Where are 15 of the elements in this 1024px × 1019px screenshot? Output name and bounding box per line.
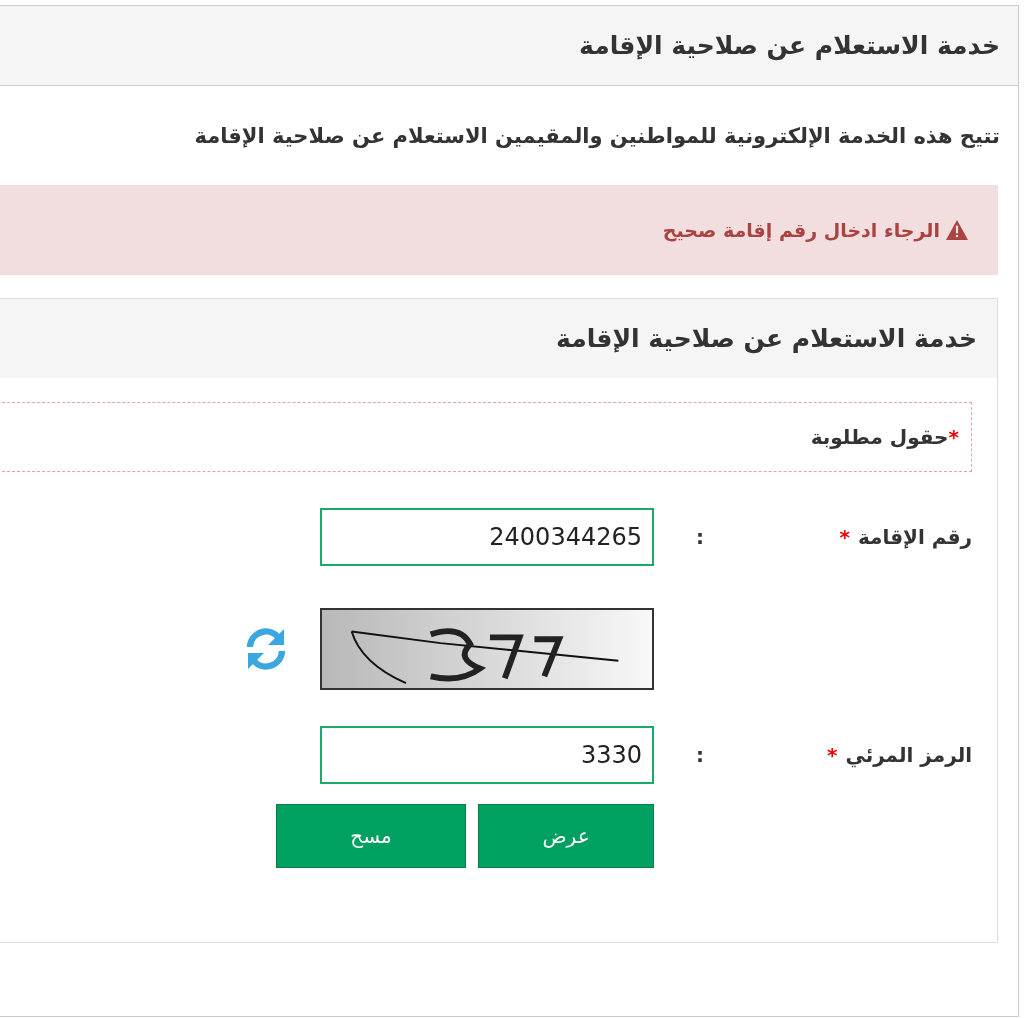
- field-label: رقم الإقامة: [857, 525, 972, 549]
- input-field[interactable]: 2400344265: [320, 508, 654, 566]
- required-mark: *: [948, 425, 959, 449]
- warning-icon: [946, 220, 968, 240]
- colon-separator: :: [695, 525, 704, 549]
- colon-separator: :: [695, 743, 704, 767]
- form-title: خدمة الاستعلام عن صلاحية الإقامة: [556, 324, 977, 353]
- input-field[interactable]: 3330: [320, 726, 654, 784]
- description-text: تتيح هذه الخدمة الإلكترونية للمواطنين والمقيمين الاستعلام عن صلاحية الإقامة: [193, 124, 1000, 148]
- panel-title: خدمة الاستعلام عن صلاحية الإقامة: [579, 31, 1000, 60]
- required-note: حقول مطلوبة: [810, 425, 949, 449]
- required-mark: *: [839, 525, 850, 549]
- required-mark: *: [826, 743, 838, 767]
- field-label: الرمز المرئي: [845, 743, 972, 767]
- alert-message: الرجاء ادخال رقم إقامة صحيح: [662, 219, 940, 241]
